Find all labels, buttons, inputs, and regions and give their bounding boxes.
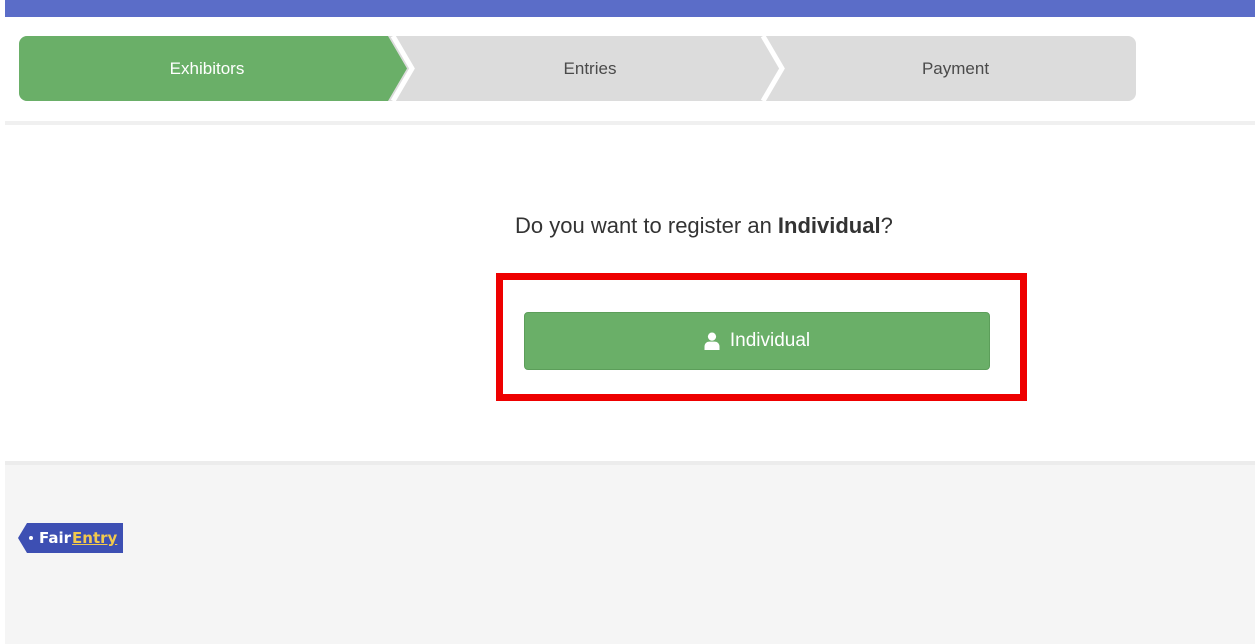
user-icon [704,332,720,350]
question-prefix: Do you want to register an [515,213,778,238]
fairentry-logo[interactable]: Fair Entry [18,523,124,553]
footer: Fair Entry [5,461,1255,644]
individual-button[interactable]: Individual [524,312,990,370]
main-content: Do you want to register an Individual? I… [5,125,1255,461]
steps-header: Exhibitors Entries Payment [5,17,1255,125]
top-accent-bar [5,0,1255,17]
register-question: Do you want to register an Individual? [5,213,1255,239]
step-payment[interactable]: Payment [775,36,1136,101]
individual-button-label: Individual [729,330,811,351]
step-exhibitors[interactable]: Exhibitors [19,36,395,101]
progress-steps: Exhibitors Entries Payment [19,36,1136,101]
logo-tag-body: Fair Entry [27,523,124,553]
logo-tag-notch [18,523,27,553]
logo-dot [29,536,33,540]
question-strong: Individual [777,213,881,238]
step-entries[interactable]: Entries [405,36,775,101]
logo-text-entry: Entry [72,529,118,547]
question-suffix: ? [880,213,893,238]
logo-text-fair: Fair [39,529,72,547]
